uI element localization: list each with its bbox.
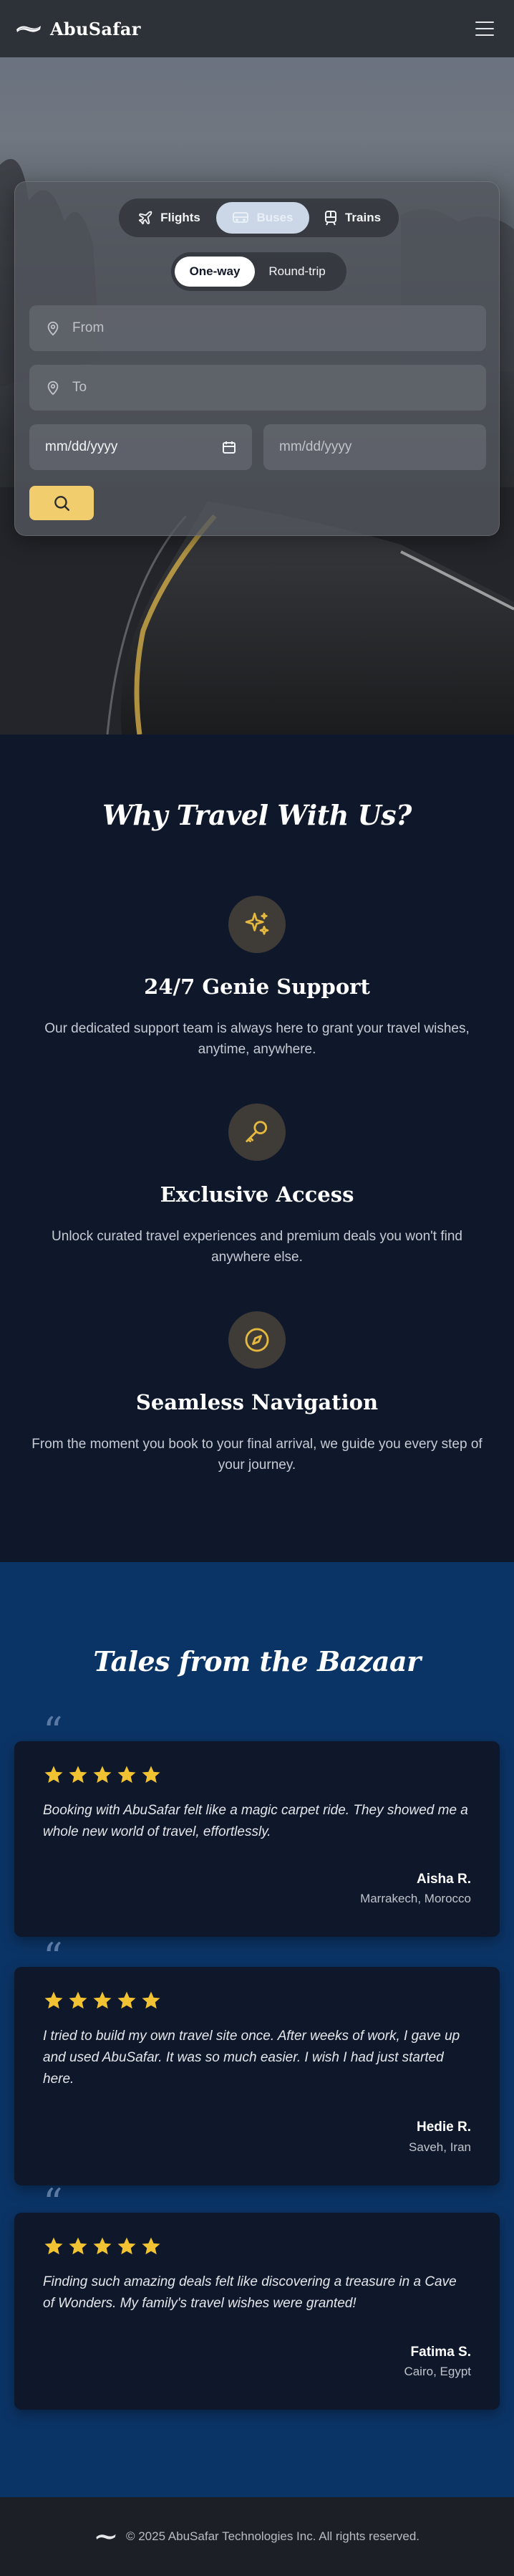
calendar-icon[interactable]	[222, 440, 236, 454]
star-icon	[93, 1766, 112, 1783]
feature-description: Unlock curated travel experiences and pr…	[52, 1229, 462, 1265]
testimonial-location: Marrakech, Morocco	[360, 1892, 471, 1905]
brand[interactable]: AbuSafar	[14, 19, 141, 39]
star-icon	[93, 2237, 112, 2255]
depart-date-value: mm/dd/yyyy	[45, 439, 118, 454]
search-button[interactable]	[29, 486, 94, 520]
tab-trains[interactable]: Trains	[309, 202, 395, 234]
testimonials-section: Tales from the Bazaar “ Booking with Abu…	[0, 1562, 514, 2497]
top-nav: AbuSafar	[0, 0, 514, 57]
why-section: Why Travel With Us? 24/7 Genie Support O…	[0, 734, 514, 1562]
star-icon	[44, 1991, 63, 2009]
tab-buses-label: Buses	[256, 211, 294, 224]
return-date-input[interactable]: mm/dd/yyyy	[263, 424, 486, 470]
star-icon	[117, 1991, 136, 2009]
train-icon	[324, 211, 336, 226]
return-date-placeholder: mm/dd/yyyy	[279, 439, 352, 454]
from-field[interactable]: From	[29, 305, 486, 351]
testimonial-location: Saveh, Iran	[409, 2140, 471, 2154]
search-icon	[54, 496, 69, 511]
star-icon	[44, 2237, 63, 2255]
tales-title: Tales from the Bazaar	[93, 1645, 421, 1677]
depart-date-input[interactable]: mm/dd/yyyy	[29, 424, 252, 470]
key-icon	[246, 1121, 268, 1143]
map-pin-icon	[47, 321, 59, 336]
testimonial-author: Fatima S.	[410, 2345, 471, 2360]
compass-icon-badge	[228, 1311, 286, 1369]
star-icon	[142, 2237, 160, 2255]
trip-round-trip[interactable]: Round-trip	[255, 257, 339, 287]
star-rating	[43, 1764, 471, 1787]
star-icon	[69, 1766, 87, 1783]
star-icon	[142, 1766, 160, 1783]
star-icon	[142, 1991, 160, 2009]
compass-icon	[245, 1328, 269, 1352]
star-icon	[44, 1766, 63, 1783]
testimonial-card: I tried to build my own travel site once…	[14, 1967, 500, 2185]
testimonial-author: Aisha R.	[416, 1872, 471, 1887]
tab-flights[interactable]: Flights	[122, 202, 216, 234]
feature-title: Exclusive Access	[160, 1182, 354, 1207]
star-icon	[117, 1766, 136, 1783]
testimonial-text: Booking with AbuSafar felt like a magic …	[43, 1803, 468, 1839]
feature-description: From the moment you book to your final a…	[31, 1437, 483, 1473]
testimonial-card: Finding such amazing deals felt like dis…	[14, 2213, 500, 2410]
magic-carpet-logo-icon	[16, 26, 41, 32]
tab-flights-label: Flights	[160, 211, 200, 224]
feature-title: 24/7 Genie Support	[144, 975, 370, 999]
testimonial-location: Cairo, Egypt	[404, 2365, 471, 2378]
sparkles-icon	[245, 912, 269, 935]
feature-description: Our dedicated support team is always her…	[44, 1021, 470, 1057]
star-icon	[93, 1991, 112, 2009]
why-title: Why Travel With Us?	[102, 799, 412, 831]
testimonial-author: Hedie R.	[416, 2120, 471, 2135]
testimonial-text: Finding such amazing deals felt like dis…	[43, 2274, 457, 2311]
search-card: Flights Buses Trains One-way Round-trip …	[14, 181, 500, 536]
from-placeholder: From	[72, 320, 105, 335]
tab-buses[interactable]: Buses	[216, 202, 309, 234]
star-icon	[69, 2237, 87, 2255]
menu-icon[interactable]	[475, 21, 494, 36]
copyright-text: © 2025 AbuSafar Technologies Inc. All ri…	[125, 2529, 420, 2543]
plane-icon	[138, 211, 152, 225]
testimonial-text: I tried to build my own travel site once…	[43, 2029, 460, 2087]
trip-one-way[interactable]: One-way	[175, 257, 255, 287]
star-icon	[117, 2237, 136, 2255]
testimonial-card: Booking with AbuSafar felt like a magic …	[14, 1741, 500, 1937]
star-rating	[43, 2236, 471, 2259]
bus-icon	[233, 212, 249, 223]
tab-trains-label: Trains	[344, 211, 382, 224]
feature-title: Seamless Navigation	[135, 1390, 379, 1414]
map-pin-icon	[47, 380, 59, 396]
to-placeholder: To	[72, 380, 87, 395]
brand-name: AbuSafar	[50, 18, 141, 39]
star-icon	[69, 1991, 87, 2009]
key-icon-badge	[228, 1103, 286, 1161]
to-field[interactable]: To	[29, 365, 486, 411]
magic-carpet-logo-icon	[96, 2534, 116, 2539]
hero: Flights Buses Trains One-way Round-trip …	[0, 57, 514, 734]
transport-mode-tabs: Flights Buses Trains	[119, 198, 399, 237]
sparkles-icon-badge	[228, 896, 286, 953]
footer: © 2025 AbuSafar Technologies Inc. All ri…	[0, 2497, 514, 2576]
trip-type-toggle: One-way Round-trip	[171, 252, 346, 291]
star-rating	[43, 1990, 471, 2013]
